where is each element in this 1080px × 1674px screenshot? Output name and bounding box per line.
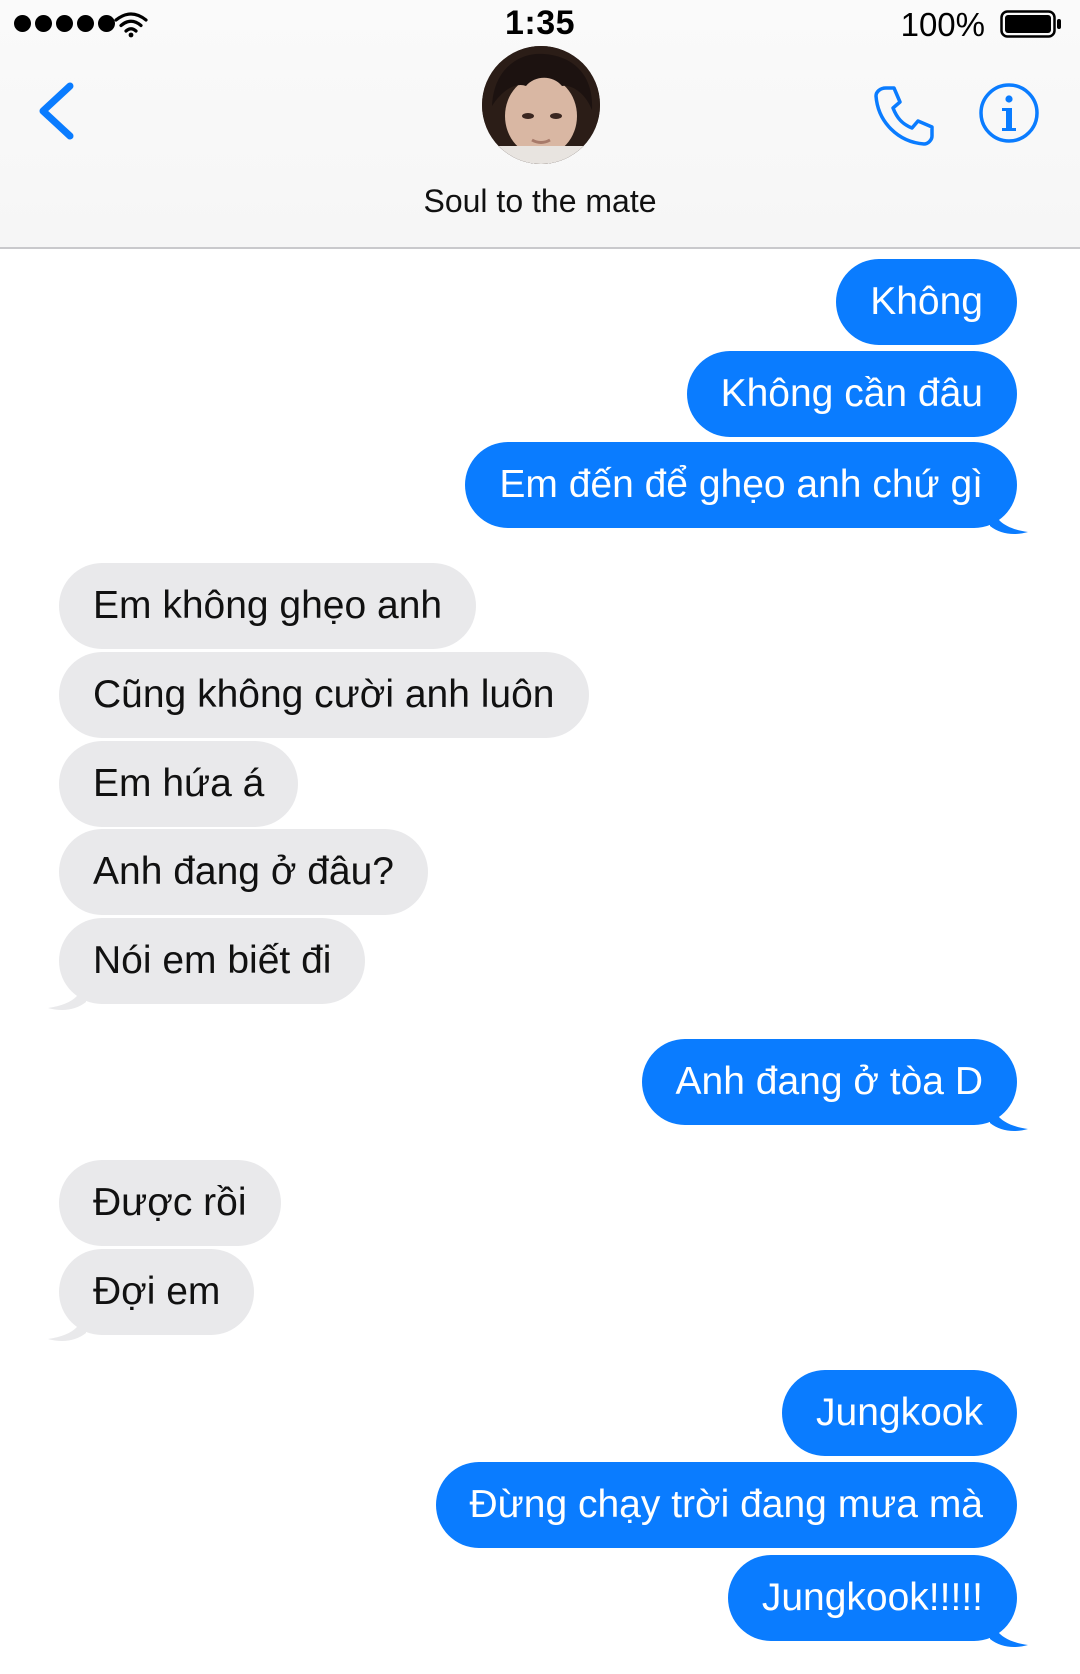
received-message[interactable]: Đợi em <box>59 1249 255 1335</box>
sent-bubble-tail <box>990 498 1028 534</box>
received-message[interactable]: Cũng không cười anh luôn <box>59 652 589 738</box>
received-message[interactable]: Em hứa á <box>59 741 299 827</box>
received-message[interactable]: Anh đang ở đâu? <box>59 829 428 915</box>
avatar[interactable] <box>482 46 600 164</box>
sent-message[interactable]: Jungkook!!!!! <box>727 1555 1017 1641</box>
avatar-photo <box>482 46 600 164</box>
battery-percentage: 100% <box>900 6 985 43</box>
received-message[interactable]: Được rồi <box>59 1160 281 1246</box>
received-bubble-tail <box>48 1305 86 1341</box>
battery-icon <box>1000 10 1061 38</box>
sent-bubble-tail <box>990 1095 1028 1131</box>
info-icon[interactable] <box>978 82 1040 144</box>
received-bubble-tail <box>48 974 86 1010</box>
sent-message[interactable]: Anh đang ở tòa D <box>641 1039 1017 1125</box>
received-message[interactable]: Nói em biết đi <box>59 918 366 1004</box>
phone-icon[interactable] <box>872 84 936 148</box>
received-message[interactable]: Em không ghẹo anh <box>59 563 477 649</box>
chevron-left-icon[interactable] <box>34 80 76 142</box>
sent-bubble-tail <box>990 1611 1028 1647</box>
sent-message[interactable]: Đừng chạy trời đang mưa mà <box>435 1462 1017 1548</box>
contact-name[interactable]: Soul to the mate <box>0 183 1080 220</box>
sent-message[interactable]: Jungkook <box>782 1370 1017 1456</box>
message-thread[interactable]: Không Không cần đâu Em đến để ghẹo anh c… <box>0 249 1080 1674</box>
sent-message[interactable]: Không <box>836 259 1017 345</box>
sent-message[interactable]: Em đến để ghẹo anh chứ gì <box>465 442 1017 528</box>
sent-message[interactable]: Không cần đâu <box>686 351 1017 437</box>
status-bar: 1:35 100% <box>0 0 1080 50</box>
